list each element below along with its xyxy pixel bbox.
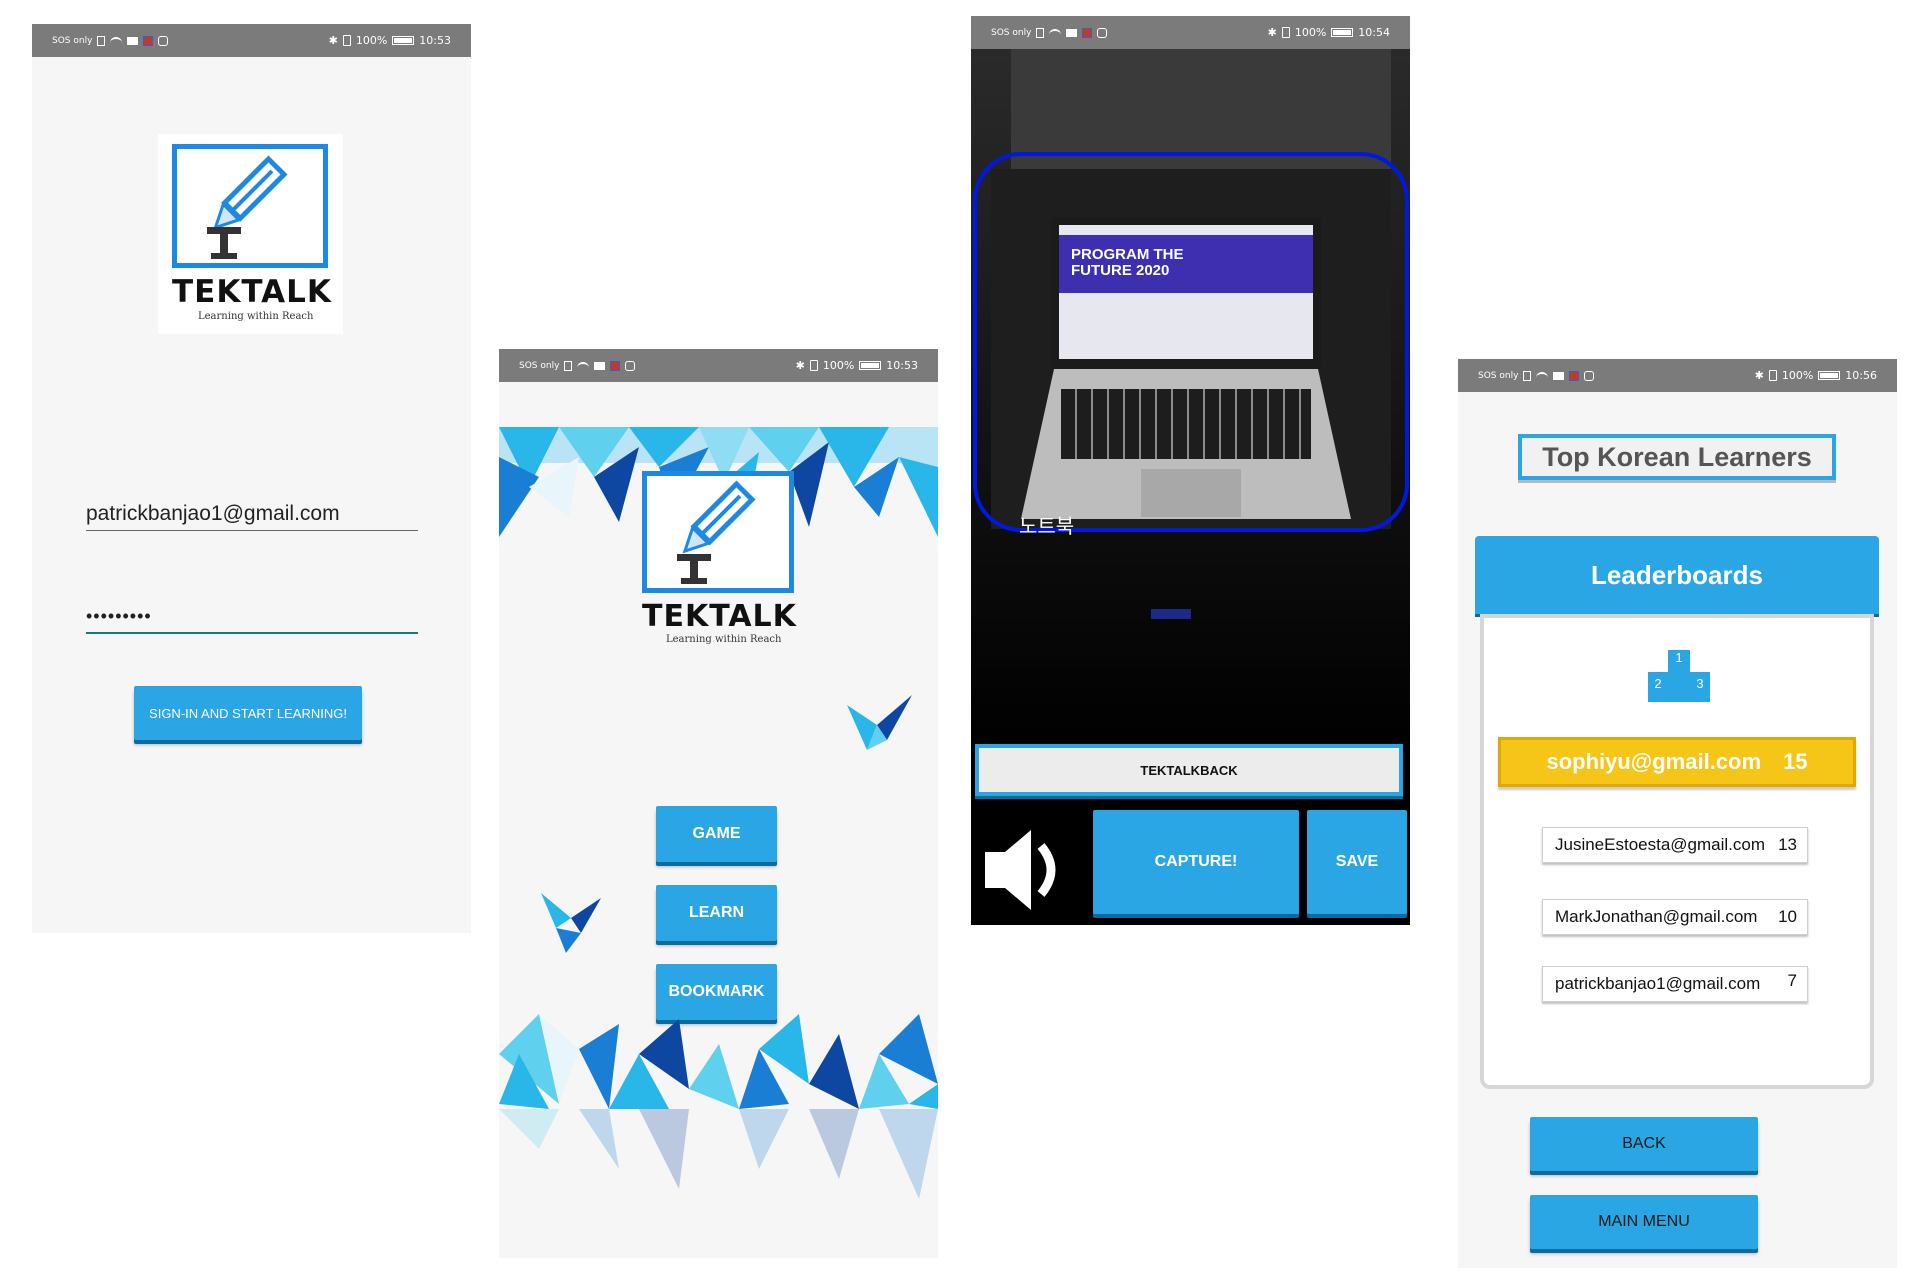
leaderboard-row: patrickbanjao1@gmail.com 7 xyxy=(1542,966,1808,1002)
sos-label: SOS only xyxy=(519,360,560,371)
logo-wordmark: TEKTALK xyxy=(642,599,797,634)
battery-icon xyxy=(392,36,415,45)
save-button[interactable]: SAVE xyxy=(1307,810,1407,914)
bluetooth-icon: ✱ xyxy=(795,359,805,372)
clock: 10:54 xyxy=(1358,26,1390,39)
mail-icon xyxy=(1066,28,1078,37)
battery-icon xyxy=(1818,371,1841,380)
leaderboard-row: JusineEstoesta@gmail.com 13 xyxy=(1542,827,1808,863)
sim-icon xyxy=(1036,27,1045,38)
logo-wordmark: TEKTALK xyxy=(172,274,332,310)
clock: 10:53 xyxy=(886,359,918,372)
page-title: Top Korean Learners xyxy=(1518,434,1836,480)
bluetooth-icon: ✱ xyxy=(1267,26,1277,39)
app-logo: TEKTALK Learning within Reach xyxy=(158,134,343,334)
learn-button[interactable]: LEARN xyxy=(656,885,777,941)
sos-label: SOS only xyxy=(991,27,1032,38)
top-learner-email: sophiyu@gmail.com xyxy=(1546,749,1762,774)
learner-email: MarkJonathan@gmail.com xyxy=(1555,907,1758,926)
learner-score: 10 xyxy=(1778,907,1797,926)
leaderboards-header: Leaderboards xyxy=(1475,536,1879,614)
sos-label: SOS only xyxy=(52,35,93,46)
leaderboard-row: MarkJonathan@gmail.com 10 xyxy=(1542,899,1808,935)
sim-icon xyxy=(564,360,573,371)
main-menu-screen: SOS only ✱ 100% 10:53 TEKTALK Learning w… xyxy=(499,349,938,1258)
signin-screen: SOS only ✱ 100% 10:53 TEKTALK Learning w… xyxy=(32,24,471,933)
battery-percent: 100% xyxy=(1294,26,1327,39)
triangle-reflection xyxy=(499,1109,938,1199)
vibrate-icon xyxy=(1768,370,1777,381)
clock: 10:56 xyxy=(1845,369,1877,382)
learner-email: JusineEstoesta@gmail.com xyxy=(1555,835,1766,854)
mail-icon xyxy=(127,36,139,45)
password-underline xyxy=(86,632,418,634)
wifi-icon xyxy=(110,36,123,45)
origami-bird-icon xyxy=(847,695,912,750)
game-button[interactable]: GAME xyxy=(656,806,777,862)
battery-percent: 100% xyxy=(822,359,855,372)
vibrate-icon xyxy=(809,360,818,371)
status-bar: SOS only ✱ 100% 10:53 xyxy=(32,24,471,57)
status-bar: SOS only ✱ 100% 10:53 xyxy=(499,349,938,382)
vibrate-icon xyxy=(1281,27,1290,38)
detection-bounding-box xyxy=(973,152,1409,532)
logo-tagline: Learning within Reach xyxy=(198,311,314,322)
top-learner-score: 15 xyxy=(1783,749,1808,774)
battery-icon xyxy=(1331,28,1354,37)
status-bar: SOS only ✱ 100% 10:54 xyxy=(971,16,1410,49)
vibrate-icon xyxy=(342,35,351,46)
instagram-icon xyxy=(1584,370,1595,381)
sos-label: SOS only xyxy=(1478,370,1519,381)
bluetooth-icon: ✱ xyxy=(328,34,338,47)
logo-frame xyxy=(642,471,794,593)
instagram-icon xyxy=(1097,27,1108,38)
app-logo: TEKTALK Learning within Reach xyxy=(632,461,802,656)
learner-score: 7 xyxy=(1787,971,1797,990)
logo-frame xyxy=(172,144,328,268)
back-button[interactable]: BACK xyxy=(1530,1117,1758,1171)
camera-screen: SOS only ✱ 100% 10:54 PROGRAM THE FUTURE… xyxy=(971,16,1410,925)
sim-icon xyxy=(97,35,106,46)
wifi-icon xyxy=(1536,371,1549,380)
battery-percent: 100% xyxy=(1781,369,1814,382)
logo-tagline: Learning within Reach xyxy=(666,634,782,645)
instagram-icon xyxy=(158,35,169,46)
battery-icon xyxy=(859,361,882,370)
main-menu-button[interactable]: MAIN MENU xyxy=(1530,1195,1758,1249)
app-notification-icon xyxy=(1569,370,1580,381)
app-notification-icon xyxy=(143,35,154,46)
podium-icon: 1 2 3 xyxy=(1648,650,1710,702)
mail-icon xyxy=(1553,371,1565,380)
signin-button[interactable]: SIGN-IN AND START LEARNING! xyxy=(134,686,362,740)
wifi-icon xyxy=(1049,28,1062,37)
pencil-t-icon xyxy=(207,155,288,259)
pencil-t-icon xyxy=(677,480,756,584)
learner-score: 13 xyxy=(1778,835,1797,854)
detected-label: 노트북 xyxy=(1019,514,1075,538)
bottom-triangle-pattern xyxy=(499,1014,938,1109)
clock: 10:53 xyxy=(419,34,451,47)
capture-button[interactable]: CAPTURE! xyxy=(1093,810,1299,914)
email-underline xyxy=(86,530,418,531)
mail-icon xyxy=(594,361,606,370)
battery-percent: 100% xyxy=(355,34,388,47)
sim-icon xyxy=(1523,370,1532,381)
leaderboard-screen: SOS only ✱ 100% 10:56 Top Korean Learner… xyxy=(1458,359,1897,1268)
origami-bird-icon xyxy=(541,893,601,953)
app-notification-icon xyxy=(1082,27,1093,38)
wifi-icon xyxy=(577,361,590,370)
status-bar: SOS only ✱ 100% 10:56 xyxy=(1458,359,1897,392)
tektalkback-button[interactable]: TEKTALKBACK xyxy=(975,744,1403,796)
speaker-icon[interactable] xyxy=(983,828,1079,912)
password-field[interactable]: ••••••••• xyxy=(86,606,418,627)
app-notification-icon xyxy=(610,360,621,371)
instagram-icon xyxy=(625,360,636,371)
learner-email: patrickbanjao1@gmail.com xyxy=(1555,974,1761,993)
bluetooth-icon: ✱ xyxy=(1754,369,1764,382)
top-learner-row: sophiyu@gmail.com 15 xyxy=(1498,737,1856,787)
email-field[interactable]: patrickbanjao1@gmail.com xyxy=(86,502,418,526)
